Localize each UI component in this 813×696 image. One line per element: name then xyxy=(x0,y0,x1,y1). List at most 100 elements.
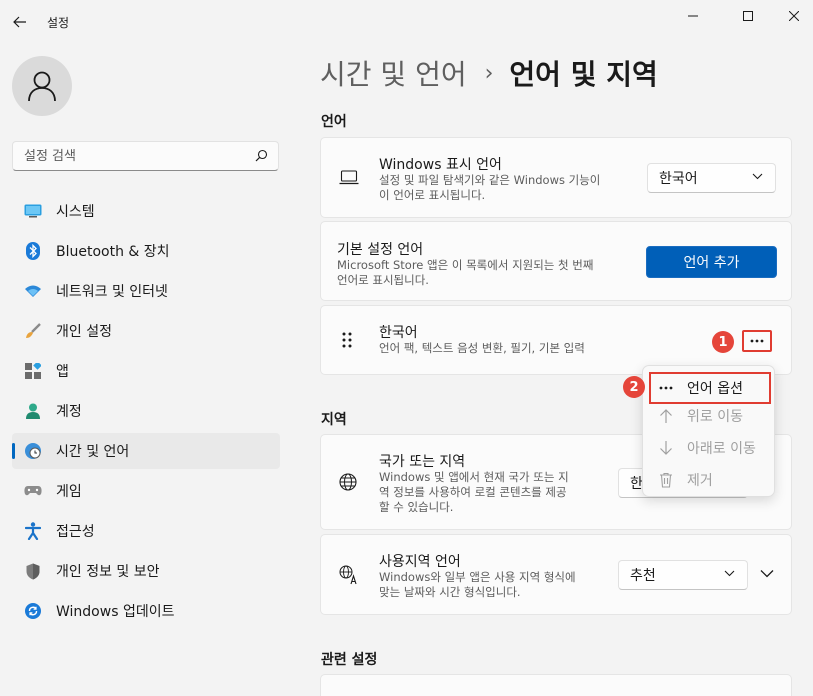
menu-item-language-options[interactable]: 언어 옵션 xyxy=(649,372,771,404)
sidebar-item-privacy[interactable]: 개인 정보 및 보안 xyxy=(12,553,280,589)
sidebar-item-system[interactable]: 시스템 xyxy=(12,193,280,229)
sidebar-item-label: 시스템 xyxy=(56,204,95,220)
sidebar-item-gaming[interactable]: 게임 xyxy=(12,473,280,509)
sidebar-item-bluetooth[interactable]: Bluetooth & 장치 xyxy=(12,233,280,269)
region-section-title: 지역 xyxy=(321,412,347,428)
country-region-desc-line2: 역 정보를 사용하여 로컬 콘텐츠를 제공 xyxy=(379,485,567,499)
chevron-down-icon xyxy=(752,173,763,180)
preferred-languages-title: 기본 설정 언어 xyxy=(337,242,424,258)
back-button[interactable] xyxy=(8,10,32,34)
page-title: 언어 및 지역 xyxy=(509,58,658,91)
language-format-icon xyxy=(339,565,359,585)
update-icon xyxy=(24,602,42,620)
sidebar-item-apps[interactable]: 앱 xyxy=(12,353,280,389)
display-language-desc-line1: 설정 및 파일 탐색기와 같은 Windows 기능이 xyxy=(379,173,601,187)
regional-format-title: 사용지역 언어 xyxy=(379,554,461,570)
bluetooth-icon xyxy=(24,242,42,260)
menu-item-remove[interactable]: 제거 xyxy=(651,466,769,494)
sidebar-item-label: 네트워크 및 인터넷 xyxy=(56,284,168,300)
breadcrumb-parent[interactable]: 시간 및 언어 xyxy=(320,53,467,93)
brush-icon xyxy=(24,322,42,340)
sidebar-item-label: Bluetooth & 장치 xyxy=(56,244,170,260)
sidebar-item-label: 시간 및 언어 xyxy=(56,444,130,460)
settings-search-box[interactable] xyxy=(12,141,279,171)
app-title: 설정 xyxy=(47,16,70,30)
annotation-step-1: 1 xyxy=(712,331,734,353)
drag-handle-icon[interactable] xyxy=(342,332,352,348)
arrow-up-icon xyxy=(657,408,675,424)
country-region-desc-line1: Windows 및 앱에서 현재 국가 또는 지 xyxy=(379,470,569,484)
menu-item-move-down[interactable]: 아래로 이동 xyxy=(651,434,769,462)
country-region-title: 국가 또는 지역 xyxy=(379,454,466,470)
search-icon[interactable] xyxy=(255,149,268,162)
arrow-down-icon xyxy=(657,440,675,456)
korean-desc: 언어 팩, 텍스트 음성 변환, 필기, 기본 입력 xyxy=(379,341,585,355)
sidebar-item-network[interactable]: 네트워크 및 인터넷 xyxy=(12,273,280,309)
chevron-down-icon xyxy=(724,570,735,577)
display-language-dropdown[interactable]: 한국어 xyxy=(647,163,776,193)
gamepad-icon xyxy=(24,482,42,500)
person-icon xyxy=(28,71,56,102)
sidebar-item-label: 앱 xyxy=(56,364,69,380)
display-language-card: Windows 표시 언어 설정 및 파일 탐색기와 같은 Windows 기능… xyxy=(320,137,792,218)
sidebar-item-label: 게임 xyxy=(56,484,82,500)
menu-item-label: 제거 xyxy=(687,473,713,489)
user-avatar[interactable] xyxy=(12,56,72,116)
sidebar-item-label: 계정 xyxy=(56,404,82,420)
accessibility-icon xyxy=(24,522,42,540)
sidebar-item-accounts[interactable]: 계정 xyxy=(12,393,280,429)
display-language-desc-line2: 이 언어로 표시됩니다. xyxy=(379,188,486,202)
annotation-step-2: 2 xyxy=(623,376,645,398)
shield-icon xyxy=(24,562,42,580)
language-section-title: 언어 xyxy=(321,114,347,130)
breadcrumb: 시간 및 언어 › 언어 및 지역 xyxy=(320,53,658,93)
display-language-title: Windows 표시 언어 xyxy=(379,157,502,173)
maximize-button[interactable] xyxy=(725,4,771,28)
menu-item-label: 언어 옵션 xyxy=(687,381,743,397)
korean-title: 한국어 xyxy=(379,325,418,341)
close-icon xyxy=(789,11,799,21)
sidebar-item-label: Windows 업데이트 xyxy=(56,604,175,620)
language-options-menu: 언어 옵션 위로 이동 아래로 이동 제거 xyxy=(642,365,775,497)
sidebar-item-label: 개인 정보 및 보안 xyxy=(56,564,160,580)
laptop-icon xyxy=(339,170,359,185)
regional-format-desc-line1: Windows와 일부 앱은 사용 지역 형식에 xyxy=(379,570,576,584)
sidebar-item-accessibility[interactable]: 접근성 xyxy=(12,513,280,549)
menu-item-label: 아래로 이동 xyxy=(687,441,756,457)
regional-format-dropdown[interactable]: 추천 xyxy=(618,560,748,590)
more-icon xyxy=(657,386,675,390)
preferred-languages-desc-line1: Microsoft Store 앱은 이 목록에서 지원되는 첫 번째 xyxy=(337,258,594,272)
expand-chevron-icon[interactable] xyxy=(760,569,774,578)
close-button[interactable] xyxy=(771,4,813,28)
preferred-languages-card: 기본 설정 언어 Microsoft Store 앱은 이 목록에서 지원되는 … xyxy=(320,221,792,301)
breadcrumb-separator: › xyxy=(484,60,494,86)
sidebar-item-personalization[interactable]: 개인 설정 xyxy=(12,313,280,349)
country-region-value: 한 xyxy=(630,476,643,492)
menu-item-label: 위로 이동 xyxy=(687,409,743,425)
add-language-button[interactable]: 언어 추가 xyxy=(646,246,777,278)
system-icon xyxy=(24,202,42,220)
display-language-value: 한국어 xyxy=(659,171,698,187)
regional-format-value: 추천 xyxy=(630,568,656,584)
menu-item-move-up[interactable]: 위로 이동 xyxy=(651,402,769,430)
search-input[interactable] xyxy=(13,142,243,170)
arrow-left-icon xyxy=(13,16,26,28)
related-settings-card[interactable] xyxy=(320,674,792,696)
wifi-icon xyxy=(24,282,42,300)
time-language-icon xyxy=(24,442,42,460)
korean-more-options-button[interactable] xyxy=(742,330,772,352)
minimize-icon xyxy=(688,15,698,17)
trash-icon xyxy=(657,472,675,488)
globe-icon xyxy=(339,473,357,491)
sidebar-item-time-language[interactable]: 시간 및 언어 xyxy=(12,433,280,469)
minimize-button[interactable] xyxy=(670,4,716,28)
sidebar-item-label: 개인 설정 xyxy=(56,324,112,340)
country-region-desc-line3: 할 수 있습니다. xyxy=(379,500,454,514)
maximize-icon xyxy=(743,11,753,21)
sidebar-item-label: 접근성 xyxy=(56,524,95,540)
apps-icon xyxy=(24,362,42,380)
sidebar-nav: 시스템 Bluetooth & 장치 네트워크 및 인터넷 개인 설정 앱 계정 xyxy=(12,193,280,633)
regional-format-card: 사용지역 언어 Windows와 일부 앱은 사용 지역 형식에 맞는 날짜와 … xyxy=(320,534,792,615)
account-icon xyxy=(24,402,42,420)
sidebar-item-windows-update[interactable]: Windows 업데이트 xyxy=(12,593,280,629)
